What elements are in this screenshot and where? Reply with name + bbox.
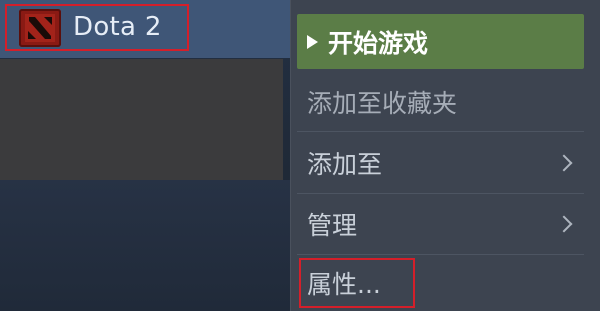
chevron-right-icon	[555, 215, 573, 233]
add-to-favorites-label: 添加至收藏夹	[307, 89, 458, 118]
add-to-favorites-item[interactable]: 添加至收藏夹	[297, 79, 584, 125]
chevron-right-icon	[555, 154, 573, 172]
add-to-label: 添加至	[307, 150, 383, 179]
play-game-button[interactable]: 开始游戏	[297, 14, 584, 69]
add-to-item[interactable]: 添加至	[297, 137, 584, 189]
game-highlight-outline	[5, 4, 189, 51]
game-preview-panel	[0, 59, 283, 180]
library-lower-area	[0, 180, 290, 311]
manage-label: 管理	[307, 211, 358, 240]
steam-library-window: Dota 2 开始游戏 添加至收藏夹 添加至 管理 属性...	[0, 0, 600, 311]
menu-separator	[297, 193, 584, 194]
play-icon	[307, 34, 318, 49]
play-game-label: 开始游戏	[328, 28, 429, 58]
manage-item[interactable]: 管理	[297, 198, 584, 250]
properties-highlight-outline	[299, 258, 415, 308]
menu-separator	[297, 254, 584, 255]
menu-separator	[297, 131, 584, 132]
